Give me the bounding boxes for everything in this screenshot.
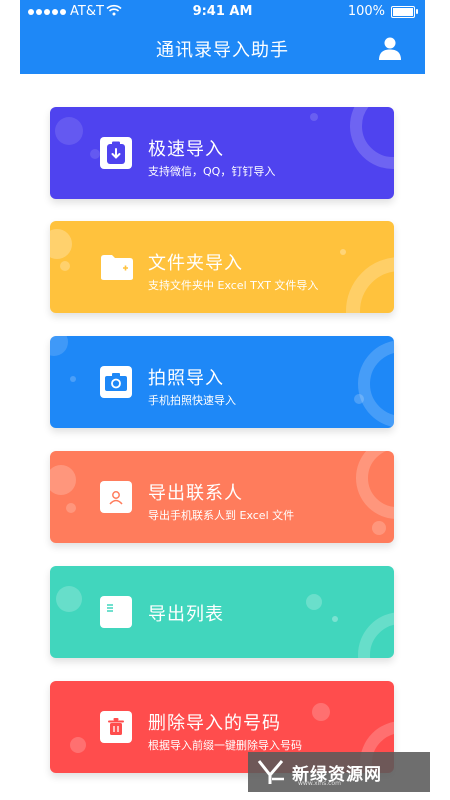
page-title: 通讯录导入助手 — [156, 40, 289, 61]
card-fast-import[interactable]: 极速导入 支持微信，QQ，钉钉导入 — [50, 107, 394, 199]
battery-icon — [391, 5, 418, 18]
card-title: 极速导入 — [148, 139, 224, 160]
watermark: 新绿资源网 www.xlhs.com — [248, 752, 430, 792]
card-title: 导出列表 — [148, 604, 224, 625]
trash-icon — [100, 711, 132, 743]
watermark-url: www.xlhs.com — [298, 780, 341, 787]
card-photo-import[interactable]: 拍照导入 手机拍照快速导入 — [50, 336, 394, 428]
battery-group: 100% — [347, 4, 418, 19]
battery-percent: 100% — [347, 4, 385, 19]
contact-card-icon — [100, 481, 132, 513]
watermark-logo-icon — [257, 760, 284, 784]
header-bar: AT&T 9:41 AM 100% 通讯录导入助手 — [20, 0, 425, 74]
camera-icon — [100, 366, 132, 398]
clipboard-download-icon — [100, 137, 132, 169]
user-profile-button[interactable] — [378, 36, 402, 60]
card-subtitle: 支持微信，QQ，钉钉导入 — [148, 165, 276, 178]
user-icon — [379, 37, 401, 60]
card-subtitle: 支持文件夹中 Excel TXT 文件导入 — [148, 279, 319, 292]
card-export-list[interactable]: 导出列表 — [50, 566, 394, 658]
card-title: 文件夹导入 — [148, 253, 243, 274]
card-title: 删除导入的号码 — [148, 713, 281, 734]
list-icon — [100, 596, 132, 628]
status-bar: AT&T 9:41 AM 100% — [20, 0, 425, 22]
card-title: 导出联系人 — [148, 483, 243, 504]
app-screen: AT&T 9:41 AM 100% 通讯录导入助手 极速导入 支持微信，QQ，钉… — [20, 0, 425, 800]
card-subtitle: 手机拍照快速导入 — [148, 394, 236, 407]
card-folder-import[interactable]: 文件夹导入 支持文件夹中 Excel TXT 文件导入 — [50, 221, 394, 313]
card-subtitle: 根据导入前缀一键删除导入号码 — [148, 739, 302, 752]
folder-icon — [100, 253, 134, 281]
card-title: 拍照导入 — [148, 368, 224, 389]
card-export-contacts[interactable]: 导出联系人 导出手机联系人到 Excel 文件 — [50, 451, 394, 543]
card-subtitle: 导出手机联系人到 Excel 文件 — [148, 509, 295, 522]
